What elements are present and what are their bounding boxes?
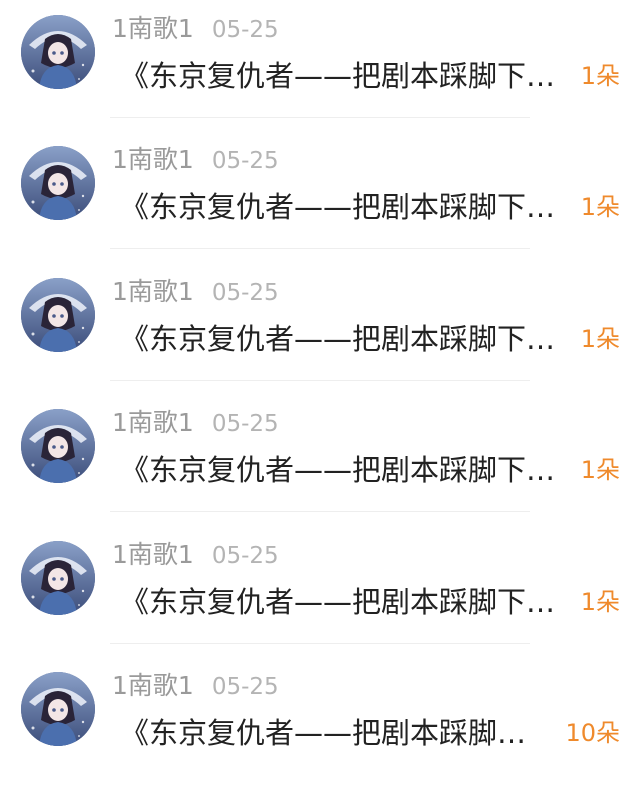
anime-girl-avatar-icon (21, 146, 95, 220)
avatar[interactable] (21, 146, 95, 220)
item-meta: 1南歌1 05-25 (112, 538, 279, 572)
avatar[interactable] (21, 541, 95, 615)
work-title[interactable]: 《东京复仇者——把剧本踩脚下…… (120, 582, 560, 622)
anime-girl-avatar-icon (21, 541, 95, 615)
anime-girl-avatar-icon (21, 15, 95, 89)
list-item[interactable]: 1南歌1 05-25 《东京复仇者——把剧本踩脚下…… 1朵 (0, 131, 640, 262)
avatar[interactable] (21, 409, 95, 483)
anime-girl-avatar-icon (21, 672, 95, 746)
user-name[interactable]: 1南歌1 (112, 14, 194, 43)
post-date: 05-25 (211, 411, 279, 437)
post-date: 05-25 (211, 148, 279, 174)
divider (110, 643, 530, 644)
user-name[interactable]: 1南歌1 (112, 540, 194, 569)
divider (110, 380, 530, 381)
user-name[interactable]: 1南歌1 (112, 671, 194, 700)
work-title[interactable]: 《东京复仇者——把剧本踩脚下…… (120, 450, 560, 490)
user-name[interactable]: 1南歌1 (112, 145, 194, 174)
post-date: 05-25 (211, 17, 279, 43)
flower-count: 10朵 (565, 719, 620, 747)
post-date: 05-25 (211, 674, 279, 700)
avatar[interactable] (21, 672, 95, 746)
item-meta: 1南歌1 05-25 (112, 12, 279, 46)
item-meta: 1南歌1 05-25 (112, 275, 279, 309)
divider (110, 511, 530, 512)
flower-count: 1朵 (580, 456, 620, 484)
work-title[interactable]: 《东京复仇者——把剧本踩脚下…… (120, 187, 560, 227)
flower-count: 1朵 (580, 325, 620, 353)
list-item[interactable]: 1南歌1 05-25 《东京复仇者——把剧本踩脚下…… 1朵 (0, 263, 640, 394)
user-name[interactable]: 1南歌1 (112, 277, 194, 306)
flower-count: 1朵 (580, 588, 620, 616)
item-meta: 1南歌1 05-25 (112, 143, 279, 177)
list-item[interactable]: 1南歌1 05-25 《东京复仇者——把剧本踩脚…… 10朵 (0, 657, 640, 788)
item-meta: 1南歌1 05-25 (112, 669, 279, 703)
work-title[interactable]: 《东京复仇者——把剧本踩脚下…… (120, 319, 560, 359)
anime-girl-avatar-icon (21, 278, 95, 352)
post-date: 05-25 (211, 543, 279, 569)
work-title[interactable]: 《东京复仇者——把剧本踩脚下…… (120, 56, 560, 96)
user-name[interactable]: 1南歌1 (112, 408, 194, 437)
list-item[interactable]: 1南歌1 05-25 《东京复仇者——把剧本踩脚下…… 1朵 (0, 0, 640, 131)
list-item[interactable]: 1南歌1 05-25 《东京复仇者——把剧本踩脚下…… 1朵 (0, 394, 640, 525)
divider (110, 117, 530, 118)
list-item[interactable]: 1南歌1 05-25 《东京复仇者——把剧本踩脚下…… 1朵 (0, 526, 640, 657)
avatar[interactable] (21, 278, 95, 352)
anime-girl-avatar-icon (21, 409, 95, 483)
post-date: 05-25 (211, 280, 279, 306)
flower-count: 1朵 (580, 62, 620, 90)
divider (110, 248, 530, 249)
avatar[interactable] (21, 15, 95, 89)
gift-record-list: 1南歌1 05-25 《东京复仇者——把剧本踩脚下…… 1朵 1南歌1 05-2… (0, 0, 640, 772)
work-title[interactable]: 《东京复仇者——把剧本踩脚…… (120, 713, 540, 753)
item-meta: 1南歌1 05-25 (112, 406, 279, 440)
flower-count: 1朵 (580, 193, 620, 221)
